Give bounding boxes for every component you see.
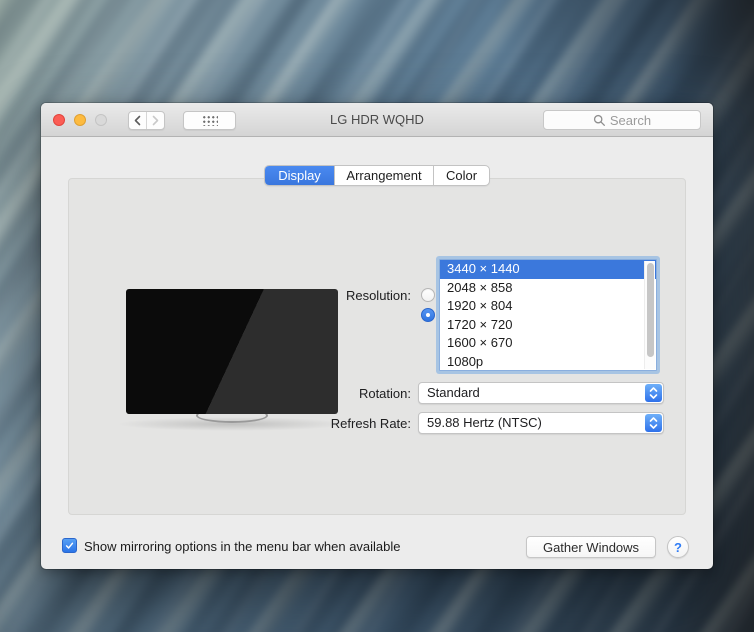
search-input[interactable]: Search bbox=[543, 110, 701, 130]
check-icon bbox=[65, 542, 74, 549]
help-button[interactable]: ? bbox=[667, 536, 689, 558]
back-button[interactable] bbox=[129, 112, 146, 129]
minimize-button[interactable] bbox=[74, 114, 86, 126]
search-icon bbox=[593, 114, 605, 126]
search-placeholder: Search bbox=[609, 112, 652, 128]
resolution-option[interactable]: 2048 × 858 bbox=[440, 279, 656, 298]
tab-bar: Display Arrangement Color bbox=[264, 165, 490, 186]
scrollbar[interactable] bbox=[644, 261, 655, 369]
popup-stepper bbox=[645, 384, 662, 402]
gather-windows-button[interactable]: Gather Windows bbox=[526, 536, 656, 558]
scrollbar-thumb[interactable] bbox=[647, 263, 654, 357]
tab-color[interactable]: Color bbox=[433, 166, 489, 185]
radio-scaled[interactable] bbox=[421, 308, 435, 322]
show-all-button[interactable] bbox=[183, 111, 236, 130]
display-tab-panel: Resolution: Default for display Scaled 3… bbox=[68, 178, 686, 515]
refresh-rate-value: 59.88 Hertz (NTSC) bbox=[427, 415, 542, 430]
resolution-option[interactable]: 1600 × 670 bbox=[440, 334, 656, 353]
mirroring-checkbox-label[interactable]: Show mirroring options in the menu bar w… bbox=[84, 539, 401, 554]
monitor-illustration bbox=[126, 289, 338, 414]
displays-preferences-window: LG HDR WQHD Search Display Arrangement C… bbox=[41, 103, 713, 569]
tab-display[interactable]: Display bbox=[265, 166, 334, 185]
resolution-listbox: 3440 × 1440 2048 × 858 1920 × 804 1720 ×… bbox=[439, 259, 657, 371]
zoom-button-disabled bbox=[95, 114, 107, 126]
refresh-rate-label: Refresh Rate: bbox=[330, 416, 411, 431]
rotation-value: Standard bbox=[427, 385, 480, 400]
radio-default-for-display[interactable] bbox=[421, 288, 435, 302]
titlebar[interactable]: LG HDR WQHD Search bbox=[41, 103, 713, 137]
popup-stepper bbox=[645, 414, 662, 432]
history-nav-group bbox=[128, 111, 165, 130]
chevron-up-down-icon bbox=[649, 387, 658, 399]
resolution-option[interactable]: 1920 × 804 bbox=[440, 297, 656, 316]
resolution-option[interactable]: 3440 × 1440 bbox=[440, 260, 656, 279]
resolution-option[interactable]: 1080p bbox=[440, 353, 656, 370]
forward-button[interactable] bbox=[146, 112, 164, 129]
rotation-popup[interactable]: Standard bbox=[418, 382, 664, 404]
grid-icon bbox=[201, 115, 218, 126]
chevron-left-icon bbox=[134, 115, 141, 126]
refresh-rate-popup[interactable]: 59.88 Hertz (NTSC) bbox=[418, 412, 664, 434]
close-button[interactable] bbox=[53, 114, 65, 126]
mirroring-checkbox[interactable] bbox=[62, 538, 77, 553]
chevron-right-icon bbox=[152, 115, 159, 126]
chevron-up-down-icon bbox=[649, 417, 658, 429]
tab-arrangement[interactable]: Arrangement bbox=[334, 166, 433, 185]
resolution-option[interactable]: 1720 × 720 bbox=[440, 316, 656, 335]
